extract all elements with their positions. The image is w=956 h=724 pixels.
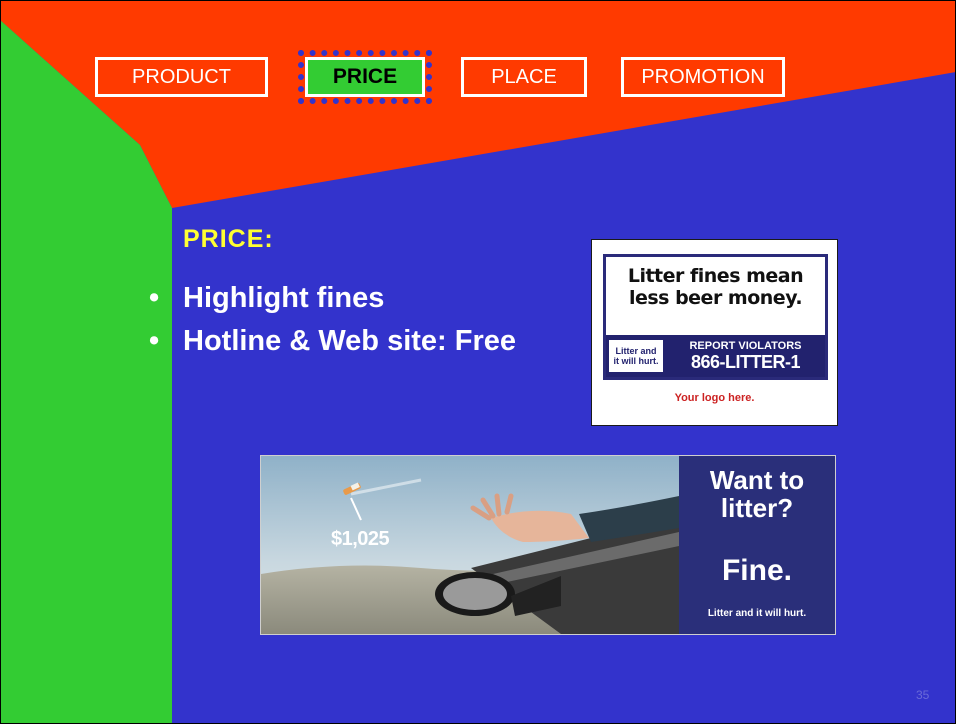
ad-question: Want to litter? xyxy=(709,465,805,523)
report-violators-label: REPORT VIOLATORS xyxy=(689,340,802,352)
nav-button-product[interactable]: PRODUCT xyxy=(95,57,268,97)
ad-hotline-strip: Litter and it will hurt. REPORT VIOLATORS… xyxy=(606,335,825,377)
bullet-list: • Highlight fines • Hotline & Web site: Fr… xyxy=(145,280,575,366)
section-heading: PRICE: xyxy=(183,225,274,253)
nav-button-price[interactable]: PRICE xyxy=(298,50,432,104)
ad-side-panel: Want to litter? Fine. Litter and it will… xyxy=(679,456,835,634)
logo-placeholder-text: Your logo here. xyxy=(674,392,755,404)
bullet-item: • Highlight fines xyxy=(145,280,575,317)
ad-footer-slogan: Litter and it will hurt. xyxy=(707,608,807,619)
ad-fine-text: Fine. xyxy=(721,554,792,587)
fine-price-tag: $1,025 xyxy=(331,528,390,550)
want-to-litter-ad: $1,025 Want to litter? Fine. Litter and … xyxy=(260,455,836,635)
bullet-icon: • xyxy=(149,282,160,314)
litter-fines-ad: Litter fines mean less beer money. Litte… xyxy=(591,239,838,426)
ad-panel: Litter fines mean less beer money. Litte… xyxy=(603,254,828,380)
page-number: 35 xyxy=(916,688,930,702)
ad-headline: Litter fines mean less beer money. xyxy=(627,265,804,309)
slide: PRODUCT PRICE PLACE PROMOTION PRICE: • Hi… xyxy=(0,0,956,724)
bullet-item: • Hotline & Web site: Free xyxy=(145,323,575,360)
ad-slogan-box: Litter and it will hurt. xyxy=(609,340,663,372)
hotline-number: 866-LITTER-1 xyxy=(690,352,801,372)
nav-button-promotion[interactable]: PROMOTION xyxy=(621,57,785,97)
car-window-photo xyxy=(261,456,679,634)
nav-button-place[interactable]: PLACE xyxy=(461,57,587,97)
bullet-icon: • xyxy=(149,325,160,357)
